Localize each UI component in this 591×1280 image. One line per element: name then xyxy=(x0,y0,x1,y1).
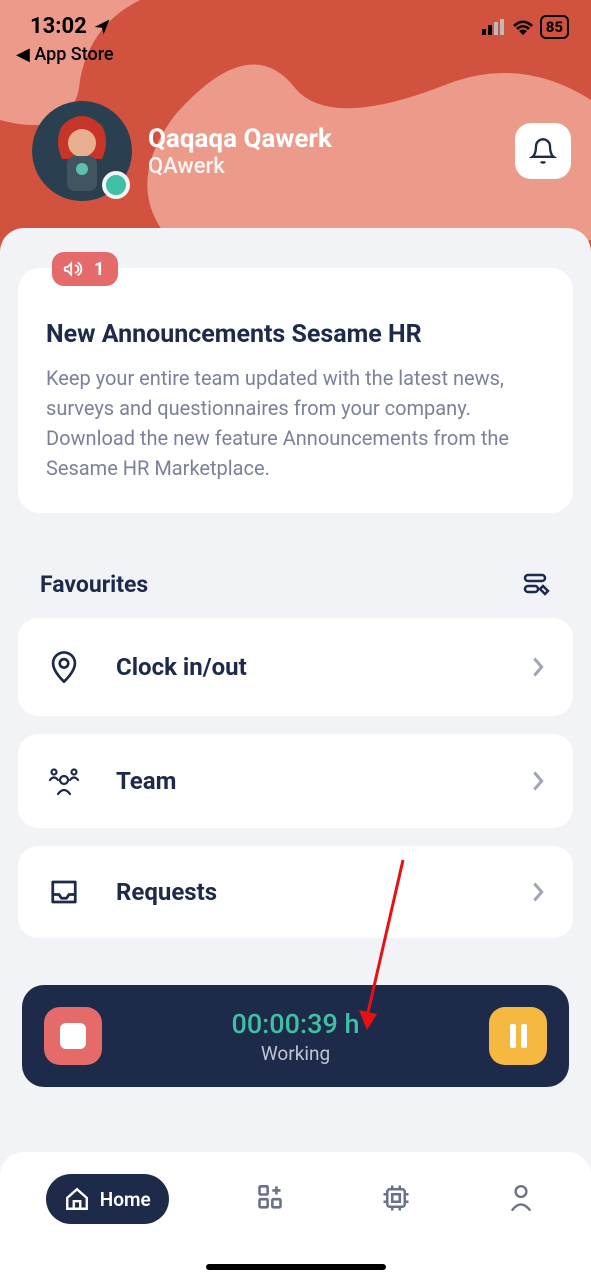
notifications-button[interactable] xyxy=(515,123,571,179)
timer-status: Working xyxy=(102,1042,489,1065)
profile-company: QAwerk xyxy=(148,154,499,179)
bottom-nav: Home xyxy=(0,1152,591,1280)
team-icon xyxy=(48,766,80,796)
nav-profile[interactable] xyxy=(497,1174,545,1222)
status-time: 13:02 xyxy=(30,14,87,39)
apps-icon xyxy=(256,1184,284,1212)
cellular-icon xyxy=(482,19,506,35)
person-icon xyxy=(508,1184,534,1212)
cpu-icon xyxy=(381,1183,411,1213)
inbox-icon xyxy=(49,878,79,906)
back-to-app-store[interactable]: ◀ App Store xyxy=(0,41,591,65)
home-icon xyxy=(64,1186,90,1212)
announcement-title: New Announcements Sesame HR xyxy=(46,320,545,349)
favourite-label: Clock in/out xyxy=(116,653,497,681)
profile-header: Qaqaqa Qawerk QAwerk xyxy=(0,65,591,201)
chevron-right-icon xyxy=(531,656,545,678)
favourite-requests[interactable]: Requests xyxy=(18,846,573,938)
nav-settings[interactable] xyxy=(372,1174,420,1222)
battery-indicator: 85 xyxy=(540,15,569,39)
chevron-right-icon xyxy=(531,881,545,903)
stop-button[interactable] xyxy=(44,1007,102,1065)
edit-favourites-icon[interactable] xyxy=(523,573,551,597)
chevron-right-icon xyxy=(531,770,545,792)
online-status-dot xyxy=(102,171,130,199)
announcement-card[interactable]: 1 New Announcements Sesame HR Keep your … xyxy=(18,268,573,513)
profile-name: Qaqaqa Qawerk xyxy=(148,124,499,154)
favourite-label: Team xyxy=(116,767,497,795)
megaphone-icon xyxy=(62,258,84,280)
pause-icon xyxy=(510,1024,516,1048)
location-icon xyxy=(93,18,111,36)
favourite-label: Requests xyxy=(116,878,497,906)
avatar[interactable] xyxy=(32,101,132,201)
favourites-heading: Favourites xyxy=(40,571,148,598)
timer-time: 00:00:39 h xyxy=(102,1008,489,1040)
announcement-count: 1 xyxy=(94,259,104,280)
nav-home-label: Home xyxy=(100,1188,151,1211)
home-indicator xyxy=(206,1264,386,1270)
announcement-badge: 1 xyxy=(52,252,118,286)
location-pin-icon xyxy=(49,650,79,684)
nav-home[interactable]: Home xyxy=(46,1174,169,1224)
timer-bar: 00:00:39 h Working xyxy=(22,985,569,1087)
wifi-icon xyxy=(512,19,534,35)
stop-icon xyxy=(60,1023,86,1049)
pause-button[interactable] xyxy=(489,1007,547,1065)
favourite-team[interactable]: Team xyxy=(18,734,573,828)
nav-apps[interactable] xyxy=(246,1174,294,1222)
announcement-body: Keep your entire team updated with the l… xyxy=(46,363,545,483)
status-bar: 13:02 85 xyxy=(0,0,591,41)
favourite-clock-in-out[interactable]: Clock in/out xyxy=(18,618,573,716)
bell-icon xyxy=(529,137,557,165)
